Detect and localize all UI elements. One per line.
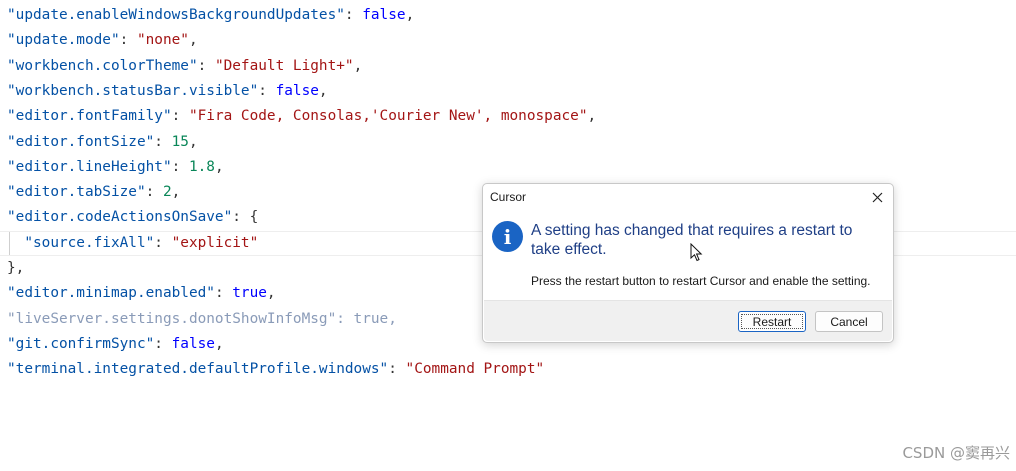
- code-token: :: [388, 361, 406, 378]
- code-token: :: [154, 335, 172, 352]
- code-text: "editor.lineHeight": 1.8,: [7, 155, 224, 180]
- code-token: "git.confirmSync": [7, 335, 155, 352]
- code-line[interactable]: "update.mode": "none",: [0, 28, 1016, 53]
- code-token: "workbench.statusBar.visible": [7, 82, 259, 99]
- code-token: 15: [171, 133, 189, 150]
- code-token: false: [275, 82, 319, 99]
- code-token: "editor.codeActionsOnSave": [7, 209, 233, 226]
- code-token: "Fira Code, Consolas,'Courier New', mono…: [188, 108, 588, 125]
- code-token: "Default Light+": [214, 57, 354, 74]
- code-token: :: [344, 7, 363, 23]
- code-text: "editor.codeActionsOnSave": {: [7, 205, 258, 230]
- code-line[interactable]: "update.enableWindowsBackgroundUpdates":…: [0, 3, 1016, 28]
- code-line[interactable]: "workbench.statusBar.visible": false,: [0, 79, 1016, 104]
- code-token: ,: [266, 285, 276, 302]
- code-line[interactable]: "editor.fontFamily": "Fira Code, Consola…: [0, 104, 1016, 129]
- code-token: false: [362, 7, 406, 23]
- code-text: "git.confirmSync": false,: [7, 332, 224, 357]
- cancel-button[interactable]: Cancel: [815, 311, 883, 332]
- code-token: "editor.fontFamily": [7, 108, 172, 125]
- code-token: "editor.minimap.enabled": [7, 285, 215, 302]
- code-token: :: [171, 158, 189, 175]
- code-token: "explicit": [171, 234, 259, 251]
- code-token: "workbench.colorTheme": [7, 57, 198, 74]
- code-token: :: [214, 285, 233, 302]
- code-line[interactable]: "editor.lineHeight": 1.8,: [0, 155, 1016, 180]
- code-token: "source.fixAll": [24, 234, 155, 251]
- code-text: "workbench.colorTheme": "Default Light+"…: [7, 54, 362, 79]
- code-token: ,: [405, 7, 415, 23]
- close-icon: [872, 192, 882, 202]
- code-token: ,: [188, 133, 198, 150]
- info-icon: i: [492, 221, 523, 252]
- code-text: "editor.minimap.enabled": true,: [7, 281, 276, 306]
- code-token: ,: [188, 32, 198, 49]
- dialog-titlebar: Cursor: [483, 184, 893, 211]
- code-line[interactable]: "editor.fontSize": 15,: [0, 130, 1016, 155]
- code-token: "none": [136, 32, 189, 49]
- code-token: 1.8: [188, 158, 215, 175]
- code-text: "editor.fontFamily": "Fira Code, Consola…: [7, 104, 596, 129]
- restart-dialog: Cursor i A setting has changed that requ…: [482, 183, 894, 343]
- code-token: ,: [318, 82, 328, 99]
- code-token: ,: [171, 184, 181, 201]
- code-line[interactable]: "terminal.integrated.defaultProfile.wind…: [0, 357, 1016, 382]
- code-token: "editor.lineHeight": [7, 158, 172, 175]
- dialog-footer: Restart Cancel: [484, 300, 892, 341]
- code-text: "terminal.integrated.defaultProfile.wind…: [7, 357, 544, 382]
- close-button[interactable]: [863, 185, 891, 209]
- code-token: ,: [214, 158, 224, 175]
- code-token: :: [145, 184, 163, 201]
- code-token: "terminal.integrated.defaultProfile.wind…: [7, 361, 389, 378]
- code-text: "liveServer.settings.donotShowInfoMsg": …: [7, 307, 397, 332]
- code-token: : {: [232, 209, 259, 226]
- code-token: :: [171, 108, 189, 125]
- code-text: "editor.tabSize": 2,: [7, 180, 180, 205]
- code-token: "update.mode": [7, 32, 120, 49]
- code-token: "Command Prompt": [405, 361, 545, 378]
- code-token: ,: [353, 57, 363, 74]
- code-token: :: [154, 234, 172, 251]
- code-text: "workbench.statusBar.visible": false,: [7, 79, 328, 104]
- dialog-content: Press the restart button to restart Curs…: [531, 274, 871, 288]
- code-token: 2: [162, 184, 172, 201]
- code-token: true: [232, 285, 267, 302]
- code-token: :: [154, 133, 172, 150]
- code-text: "update.mode": "none",: [7, 28, 198, 53]
- code-token: :: [258, 82, 276, 99]
- code-token: "liveServer.settings.donotShowInfoMsg": …: [7, 310, 397, 327]
- code-token: "editor.fontSize": [7, 133, 155, 150]
- code-token: ,: [214, 335, 224, 352]
- code-token: :: [197, 57, 215, 74]
- code-token: "editor.tabSize": [7, 184, 146, 201]
- dialog-title: Cursor: [490, 190, 527, 204]
- code-text: "editor.fontSize": 15,: [7, 130, 198, 155]
- code-token: :: [119, 32, 137, 49]
- code-text: },: [7, 256, 24, 281]
- dialog-main-instruction: A setting has changed that requires a re…: [531, 222, 853, 258]
- watermark: CSDN @窦再兴: [902, 444, 1010, 462]
- code-text: "source.fixAll": "explicit": [7, 232, 258, 255]
- code-line[interactable]: "workbench.colorTheme": "Default Light+"…: [0, 54, 1016, 79]
- restart-button[interactable]: Restart: [738, 311, 806, 332]
- code-text: "update.enableWindowsBackgroundUpdates":…: [7, 3, 414, 28]
- code-token: },: [7, 260, 25, 276]
- code-token: false: [171, 335, 215, 352]
- code-token: ,: [587, 108, 597, 125]
- code-token: "update.enableWindowsBackgroundUpdates": [7, 7, 345, 23]
- mouse-pointer-icon: [690, 243, 703, 262]
